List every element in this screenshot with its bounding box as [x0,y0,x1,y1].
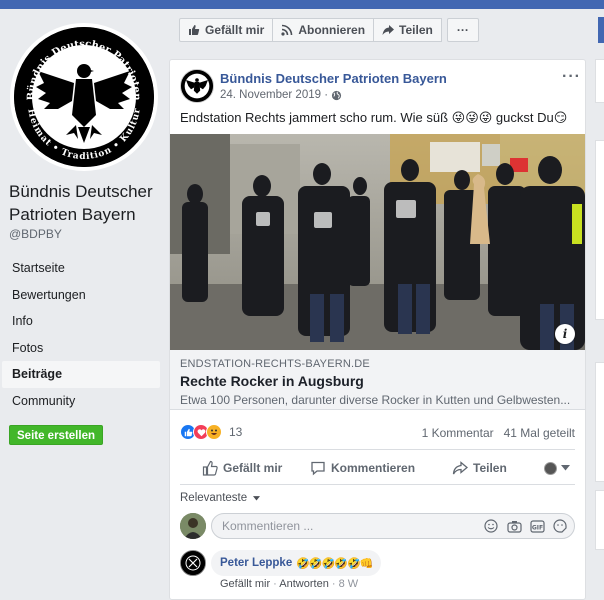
page-handle: @BDPBY [9,227,62,241]
create-page-button[interactable]: Seite erstellen [9,425,103,445]
gif-icon[interactable]: GIF [529,518,545,534]
page-sidebar: Bündnis Deutscher Patrioten Heimat • Tra… [0,9,168,600]
haha-reaction-icon [206,424,222,440]
comment-input[interactable]: Kommentieren ... GIF [211,513,575,539]
comment-input-placeholder: Kommentieren ... [222,519,314,533]
shares-count-link[interactable]: 41 Mal geteilt [504,426,575,440]
link-title: Rechte Rocker in Augsburg [180,373,364,389]
chevron-down-icon [561,465,570,471]
eagle-logo-icon: Bündnis Deutscher Patrioten Heimat • Tra… [14,27,154,167]
divider [180,449,575,450]
comment-as-selector[interactable] [544,461,570,475]
sidebar-item-info[interactable]: Info [2,308,160,335]
emoji-icon[interactable] [483,518,499,534]
page-more-button[interactable]: ··· [446,18,479,42]
post-date-text: 24. November 2019 · [220,89,329,101]
page-name[interactable]: Bündnis Deutscher Patrioten Bayern [9,180,164,226]
commenter-avatar[interactable] [180,550,206,576]
camera-icon[interactable] [506,518,522,534]
page-profile-picture[interactable]: Bündnis Deutscher Patrioten Heimat • Tra… [10,23,158,171]
post-card: Bündnis Deutscher Patrioten Bayern 24. N… [169,59,586,600]
sidebar-item-startseite[interactable]: Startseite [2,255,160,282]
share-arrow-icon [452,461,468,475]
share-button[interactable]: Teilen [452,460,507,476]
info-icon[interactable]: i [555,324,575,344]
chevron-down-icon [253,496,261,501]
right-column-card [595,140,604,320]
comment-tools: GIF [483,518,568,534]
link-preview[interactable]: ENDSTATION-RECHTS-BAYERN.DE Rechte Rocke… [170,350,585,410]
page-subscribe-label: Abonnieren [298,23,366,37]
page-subscribe-button[interactable]: Abonnieren [272,18,375,42]
globe-icon [331,90,342,100]
comment-author-link[interactable]: Peter Leppke [220,557,292,569]
right-column-card [595,490,604,550]
post-timestamp[interactable]: 24. November 2019 · [220,89,342,101]
post-author-avatar[interactable] [180,69,214,103]
user-avatar [544,461,557,475]
sidebar-item-community[interactable]: Community [2,388,160,415]
right-edge-button[interactable] [598,17,604,43]
reactions-count: 13 [229,425,243,439]
engagement-counts: 1 Kommentar 41 Mal geteilt [422,426,575,440]
post-author-link[interactable]: Bündnis Deutscher Patrioten Bayern [220,71,447,86]
sidebar-item-fotos[interactable]: Fotos [2,335,160,362]
page-like-label: Gefällt mir [205,23,265,37]
comment-reply-link[interactable]: Antworten [279,578,329,590]
reactions-summary[interactable]: 13 [180,424,242,440]
thumbs-up-icon [202,460,218,476]
top-navigation-bar [0,0,604,9]
link-domain: ENDSTATION-RECHTS-BAYERN.DE [180,358,370,370]
share-button-label: Teilen [473,461,507,475]
right-column-card [595,59,604,103]
post-link-image[interactable]: i [170,134,585,350]
post-message: Endstation Rechts jammert scho rum. Wie … [180,110,568,125]
post-options-icon[interactable]: ··· [562,68,581,86]
current-user-avatar [180,513,206,539]
like-button-label: Gefällt mir [223,461,283,475]
like-button[interactable]: Gefällt mir [202,460,282,476]
comment-age: 8 W [338,578,359,590]
comment-text: 🤣🤣🤣🤣🤣👊 [296,557,373,570]
page-share-button[interactable]: Teilen [373,18,442,42]
comment-sort-selector[interactable]: Relevanteste [180,492,261,504]
sidebar-item-bewertungen[interactable]: Bewertungen [2,282,160,309]
comments-count-link[interactable]: 1 Kommentar [422,426,494,440]
link-description: Etwa 100 Personen, darunter diverse Rock… [180,393,571,407]
protest-photo-image [170,134,585,350]
svg-text:GIF: GIF [531,524,542,531]
comment-sort-label: Relevanteste [180,492,248,504]
rss-icon [281,24,293,36]
sidebar-item-beitraege[interactable]: Beiträge [2,361,160,388]
post-action-row: Gefällt mir Kommentieren Teilen [180,453,575,483]
comment-button[interactable]: Kommentieren [310,460,415,476]
page-navigation: Startseite Bewertungen Info Fotos Beiträ… [2,255,160,414]
page-share-label: Teilen [399,23,433,37]
share-arrow-icon [382,25,395,35]
comment-bubble-icon [311,461,325,476]
page-action-bar: Gefällt mir Abonnieren Teilen ··· [179,18,479,42]
comment-like-link[interactable]: Gefällt mir [220,578,270,590]
eagle-logo-icon [181,70,213,102]
comment-button-label: Kommentieren [331,461,416,475]
comment-bubble: Peter Leppke 🤣🤣🤣🤣🤣👊 [211,550,382,576]
page-like-button[interactable]: Gefällt mir [179,18,274,42]
divider [180,484,575,485]
sticker-icon[interactable] [552,518,568,534]
thumbs-up-icon [189,25,200,35]
right-column-card [595,362,604,482]
comment-meta: Gefällt mir · Antworten · 8 W [220,578,359,590]
